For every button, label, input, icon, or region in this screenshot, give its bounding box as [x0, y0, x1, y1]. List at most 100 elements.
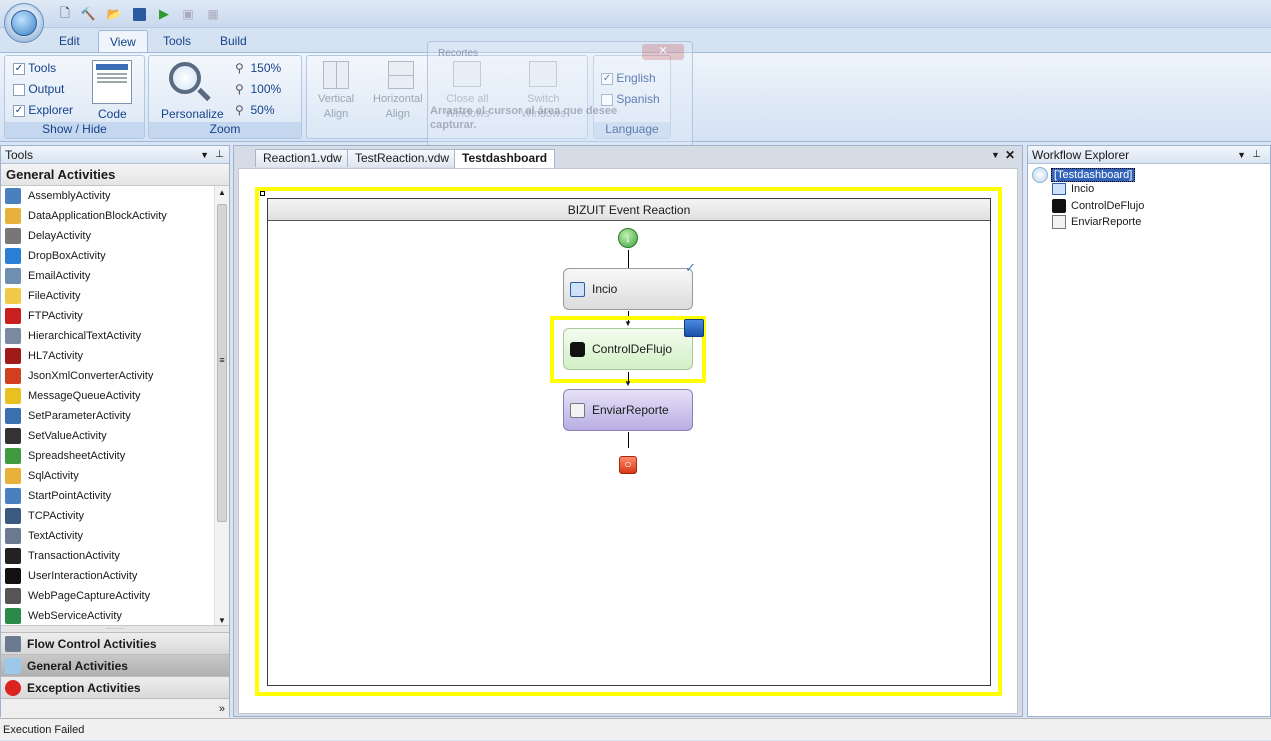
tool-item[interactable]: WebPageCaptureActivity — [1, 586, 229, 606]
tab-testdashboard[interactable]: Testdashboard — [454, 149, 556, 168]
tool-item[interactable]: DelayActivity — [1, 226, 229, 246]
tool-item[interactable]: SpreadsheetActivity — [1, 446, 229, 466]
tool-item[interactable]: JsonXmlConverterActivity — [1, 366, 229, 386]
vertical-align-label[interactable]: Vertical Align — [318, 92, 354, 122]
folder-icon — [5, 288, 21, 304]
tool-item[interactable]: TextActivity — [1, 526, 229, 546]
user-interaction-icon — [570, 341, 585, 357]
tool-item[interactable]: TransactionActivity — [1, 546, 229, 566]
open-folder-icon[interactable]: 📂 — [106, 6, 122, 22]
tool-item[interactable]: FTPActivity — [1, 306, 229, 326]
node-incio-label: Incio — [592, 282, 618, 296]
tools-panel-title: Tools — [5, 148, 34, 162]
zoom-out-icon: ⚲ — [235, 103, 244, 117]
tools-panel-header: Tools ▼ ⊥ — [1, 146, 229, 164]
code-view-icon[interactable] — [92, 60, 132, 104]
tool-item[interactable]: FileActivity — [1, 286, 229, 306]
splitter-grip[interactable]: ········· — [1, 625, 229, 632]
output-checkbox[interactable]: Output — [13, 82, 64, 96]
tool-item[interactable]: EmailActivity — [1, 266, 229, 286]
category-exception-activities[interactable]: Exception Activities — [1, 676, 229, 698]
tool-item[interactable]: HL7Activity — [1, 346, 229, 366]
tool-item[interactable]: HierarchicalTextActivity — [1, 326, 229, 346]
node-enviarreporte[interactable]: EnviarReporte — [563, 389, 693, 431]
tree-item-incio[interactable]: Incio — [1052, 183, 1094, 195]
scroll-thumb[interactable]: ≡ — [217, 204, 227, 522]
tool-item[interactable]: SetParameterActivity — [1, 406, 229, 426]
tool-item-label: HL7Activity — [28, 350, 84, 362]
new-document-icon[interactable]: 🗋 — [57, 6, 73, 22]
start-icon[interactable]: ↓ — [618, 228, 638, 248]
close-document-icon[interactable]: ✕ — [1005, 148, 1015, 162]
horizontal-align-label[interactable]: Horizontal Align — [373, 92, 423, 122]
tool-item[interactable]: DataApplicationBlockActivity — [1, 206, 229, 226]
zoom-group: Personalize ⚲ 150% ⚲ 100% ⚲ 50% Zoom — [148, 55, 302, 139]
transaction-icon — [5, 548, 21, 564]
explorer-header: Workflow Explorer ▼ ⊥ — [1028, 146, 1270, 164]
node-incio[interactable]: Incio — [563, 268, 693, 310]
tool-item-label: DataApplicationBlockActivity — [28, 210, 167, 222]
tab-view[interactable]: View — [98, 30, 148, 52]
document-list-icon[interactable]: ▼ — [991, 150, 1000, 160]
tree-item-enviarreporte[interactable]: EnviarReporte — [1052, 215, 1141, 229]
tool-item[interactable]: UserInteractionActivity — [1, 566, 229, 586]
tool-item[interactable]: SqlActivity — [1, 466, 229, 486]
node-controldeflujo[interactable]: ControlDeFlujo — [563, 328, 693, 370]
tool-item-label: WebPageCaptureActivity — [28, 590, 151, 602]
zoom-100[interactable]: ⚲ 100% — [235, 82, 281, 96]
category-label: Exception Activities — [27, 680, 141, 695]
more-categories-icon[interactable]: » — [1, 698, 229, 718]
tool-item[interactable]: TCPActivity — [1, 506, 229, 526]
resize-handle[interactable] — [260, 191, 265, 196]
code-label[interactable]: Code — [98, 107, 127, 121]
dropdown-icon[interactable]: ▼ — [200, 146, 209, 164]
tab-testreaction[interactable]: TestReaction.vdw — [347, 149, 458, 167]
stop-icon[interactable]: ▦ — [205, 6, 221, 22]
end-icon[interactable]: ○ — [619, 456, 637, 474]
snipping-title: Recortes — [438, 48, 479, 59]
tab-build[interactable]: Build — [209, 30, 258, 52]
pin-icon[interactable]: ⊥ — [1252, 146, 1261, 164]
tab-edit[interactable]: Edit — [48, 30, 91, 52]
tools-scrollbar[interactable]: ▲ ≡ ▼ — [214, 186, 229, 625]
tool-item-label: MessageQueueActivity — [28, 390, 141, 402]
tool-item[interactable]: MessageQueueActivity — [1, 386, 229, 406]
tool-item-label: StartPointActivity — [28, 490, 112, 502]
pin-icon[interactable]: ⊥ — [215, 146, 224, 164]
zoom-icon: ⚲ — [235, 82, 244, 96]
run-icon[interactable]: ▶ — [156, 6, 172, 22]
tool-item[interactable]: SetValueActivity — [1, 426, 229, 446]
tool-item[interactable]: AssemblyActivity — [1, 186, 229, 206]
scroll-up-icon[interactable]: ▲ — [215, 186, 229, 200]
explorer-checkbox[interactable]: ✓ Explorer — [13, 103, 73, 117]
scroll-down-icon[interactable]: ▼ — [215, 616, 229, 625]
tool-item[interactable]: StartPointActivity — [1, 486, 229, 506]
category-flow-control-activities[interactable]: Flow Control Activities — [1, 632, 229, 654]
build-tool-icon[interactable]: 🔨 — [80, 6, 96, 22]
personalize-label[interactable]: Personalize — [161, 107, 224, 121]
application-menu-button[interactable] — [4, 3, 44, 43]
workflow-explorer-panel: Workflow Explorer ▼ ⊥ [Testdashboard] In… — [1027, 145, 1271, 717]
category-general-activities[interactable]: General Activities — [1, 654, 229, 676]
tree-root[interactable]: [Testdashboard] — [1032, 167, 1136, 183]
zoom-150[interactable]: ⚲ 150% — [235, 61, 281, 75]
tool-item-label: SqlActivity — [28, 470, 79, 482]
magnifier-icon[interactable] — [167, 60, 211, 104]
tool-item[interactable]: DropBoxActivity — [1, 246, 229, 266]
unchecked-box-icon — [13, 83, 25, 96]
tree-item-controldeflujo[interactable]: ControlDeFlujo — [1052, 199, 1144, 213]
tool-item[interactable]: WebServiceActivity — [1, 606, 229, 625]
ftp-icon — [5, 308, 21, 324]
tab-tools[interactable]: Tools — [152, 30, 202, 52]
zoom-50[interactable]: ⚲ 50% — [235, 103, 275, 117]
step-icon[interactable]: ▣ — [180, 6, 196, 22]
save-icon[interactable] — [131, 6, 147, 22]
close-icon[interactable]: ✕ — [642, 44, 684, 60]
spreadsheet-icon — [5, 448, 21, 464]
tab-reaction1[interactable]: Reaction1.vdw — [255, 149, 350, 167]
dropdown-icon[interactable]: ▼ — [1237, 146, 1246, 164]
tools-checkbox[interactable]: ✓ Tools — [13, 61, 56, 75]
network-icon — [5, 508, 21, 524]
vertical-align-icon[interactable] — [323, 61, 349, 89]
horizontal-align-icon[interactable] — [388, 61, 414, 89]
